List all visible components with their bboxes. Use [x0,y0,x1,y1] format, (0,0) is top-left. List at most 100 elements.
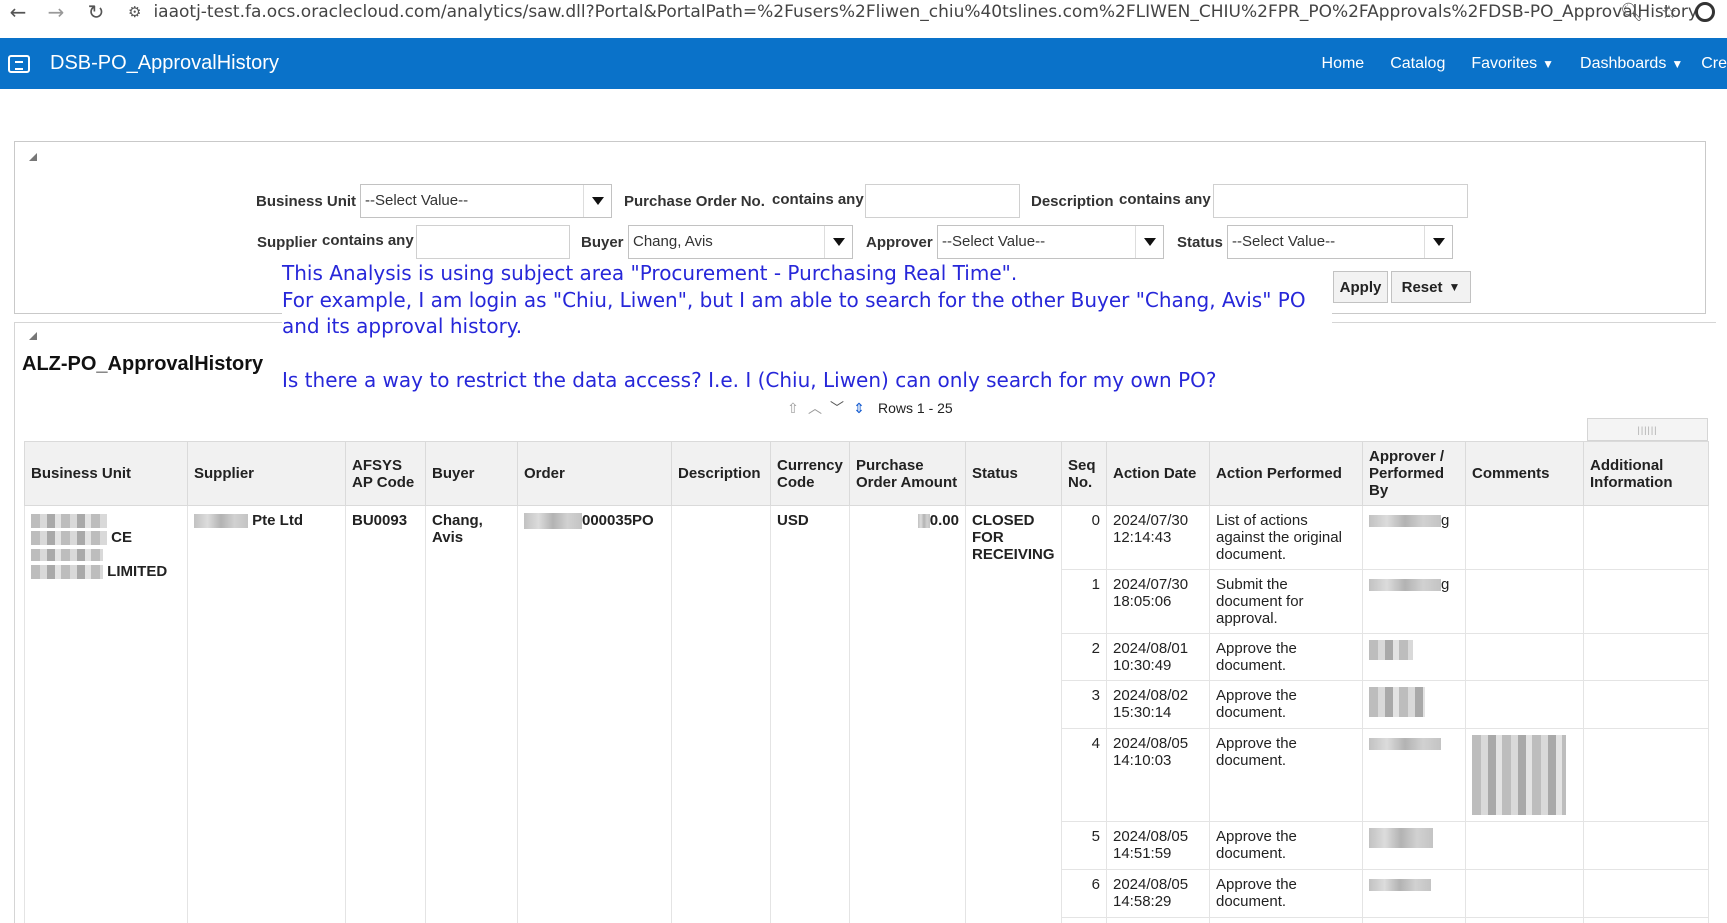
column-header[interactable]: Business Unit [24,441,188,506]
column-header[interactable]: Order [517,441,672,506]
caret-down-icon: ▼ [1671,56,1684,71]
column-header[interactable]: Approver / Performed By [1362,441,1466,506]
performed-by-cell [1362,728,1466,822]
column-header[interactable]: Currency Code [770,441,850,506]
column-header[interactable]: Status [965,441,1062,506]
additional-info-cell [1583,728,1709,822]
column-header[interactable]: Buyer [425,441,518,506]
action-date-cell: 2024/08/05 14:58:29 [1106,869,1210,918]
address-bar[interactable]: ⚙ iaaotj-test.fa.ocs.oraclecloud.com/ana… [128,0,1698,24]
description-label: Description [1031,193,1114,210]
action-date-cell: 2024/08/05 14:51:59 [1106,821,1210,870]
nav-dashboards-menu[interactable]: Dashboards ▼ [1580,55,1683,73]
page-title: DSB-PO_ApprovalHistory [50,52,279,74]
nav-home-link[interactable]: Home [1322,55,1365,73]
buyer-select[interactable]: Chang, Avis [628,225,853,259]
bu-part2: LIMITED [107,563,168,580]
action-date-cell: 2024/07/30 18:05:06 [1106,569,1210,634]
redacted-block [1369,640,1413,660]
action-date-cell: 2024/07/30 12:14:43 [1106,505,1210,570]
apply-button[interactable]: Apply [1333,271,1388,303]
dropdown-arrow-icon[interactable] [824,226,852,258]
table-toolbar-handle[interactable]: |||||| [1587,418,1708,441]
nav-create-menu[interactable]: Cre [1701,55,1727,73]
rows-range: Rows 1 - 25 [878,400,953,416]
po-number-input[interactable] [865,184,1020,218]
note-line: Is there a way to restrict the data acce… [282,367,1217,392]
url-text: iaaotj-test.fa.ocs.oraclecloud.com/analy… [153,2,1698,22]
show-all-rows-icon[interactable]: ⇕ [850,399,868,417]
first-page-icon[interactable]: ⇧ [784,399,802,417]
previous-page-icon[interactable]: ︿ [806,399,824,417]
profile-icon[interactable] [1695,2,1715,22]
action-time: 14:10:03 [1113,752,1172,769]
zoom-icon[interactable]: 🔍︎ [1620,2,1643,23]
column-header[interactable]: Purchase Order Amount [849,441,966,506]
additional-info-cell [1583,821,1709,870]
seq-cell: 6 [1061,869,1107,918]
column-header[interactable]: Action Performed [1209,441,1363,506]
action-time: 10:30:49 [1113,657,1172,674]
seq-cell: 3 [1061,680,1107,729]
favorites-label: Favorites [1471,54,1538,72]
nav-favorites-menu[interactable]: Favorites ▼ [1471,55,1554,73]
supplier-input[interactable] [416,225,570,259]
column-header[interactable]: Comments [1465,441,1584,506]
dropdown-arrow-icon[interactable] [1135,226,1163,258]
forward-arrow-icon[interactable]: → [38,0,74,24]
supplier-name: Pte Ltd [252,512,304,529]
back-arrow-icon[interactable]: ← [0,0,36,24]
note-line: and its approval history. [282,314,523,339]
action-time: 18:05:06 [1113,593,1172,610]
approver-select[interactable]: --Select Value-- [937,225,1164,259]
action-date: 2024/07/30 [1113,512,1189,529]
supplier-operator: contains any [322,232,414,249]
browser-actions: 🔍︎ ☆ [1620,0,1727,24]
redacted-block [1369,738,1441,751]
action-performed-cell: Approve the document. [1209,680,1363,729]
next-page-icon[interactable]: ﹀ [828,399,846,417]
action-performed-cell: Approve the document. [1209,821,1363,870]
seq-cell: 4 [1061,728,1107,822]
dropdown-arrow-icon[interactable] [583,185,611,217]
business-unit-select[interactable]: --Select Value-- [360,184,612,218]
seq-cell: 0 [1061,505,1107,570]
status-cell: CLOSED FOR RECEIVING [965,505,1062,923]
column-header[interactable]: Additional Information [1583,441,1709,506]
nav-catalog-link[interactable]: Catalog [1390,55,1445,73]
description-input[interactable] [1213,184,1468,218]
seq-cell: 5 [1061,821,1107,870]
action-date: 2024/08/05 [1113,735,1189,752]
dropdown-arrow-icon[interactable] [1424,226,1452,258]
redacted-block [194,514,248,529]
column-header[interactable]: AFSYS AP Code [345,441,426,506]
comments-cell [1465,869,1584,918]
action-performed-cell [1209,917,1363,923]
performed-by-cell [1362,869,1466,918]
reset-label: Reset [1401,278,1443,296]
top-nav: Home Catalog Favorites ▼ Dashboards ▼ Cre [1296,38,1727,89]
column-header[interactable]: Action Date [1106,441,1210,506]
status-select[interactable]: --Select Value-- [1227,225,1453,259]
reload-icon[interactable]: ↻ [78,0,114,24]
reset-button[interactable]: Reset ▼ [1391,271,1471,303]
status-label: Status [1177,234,1223,251]
dashboard-logo-icon [8,54,30,73]
column-header[interactable]: Supplier [187,441,346,506]
bookmark-star-icon[interactable]: ☆ [1661,2,1677,23]
collapse-triangle-icon[interactable] [29,332,37,340]
column-header[interactable]: Seq No. [1061,441,1107,506]
action-date: 2024/07/30 [1113,576,1189,593]
supplier-cell: Pte Ltd [187,505,346,923]
redacted-block [1369,687,1425,717]
column-header[interactable]: Description [671,441,771,506]
site-settings-icon[interactable]: ⚙ [128,3,141,21]
redacted-block [1369,515,1441,528]
redacted-block [1369,579,1441,592]
action-time: 14:51:59 [1113,845,1172,862]
performed-by-cell [1362,680,1466,729]
dashboards-label: Dashboards [1580,54,1667,72]
performed-by-cell [1362,821,1466,870]
collapse-triangle-icon[interactable] [29,153,37,161]
action-date: 2024/08/02 [1113,687,1189,704]
